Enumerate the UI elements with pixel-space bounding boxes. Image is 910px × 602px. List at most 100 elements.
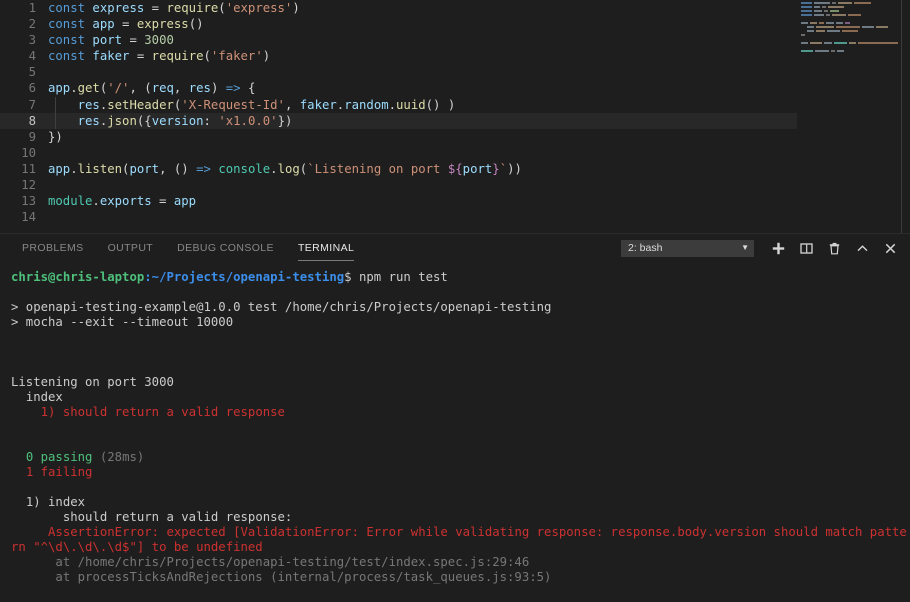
panel-tab-list: PROBLEMS OUTPUT DEBUG CONSOLE TERMINAL — [10, 234, 366, 262]
terminal-line: > openapi-testing-example@1.0.0 test /ho… — [11, 300, 910, 315]
code-line[interactable]: 4 const faker = require('faker') — [0, 48, 797, 64]
code-token: console — [218, 161, 271, 176]
code-line-text: const app = express() — [48, 16, 204, 32]
code-line[interactable]: 14 — [0, 209, 797, 225]
code-token: , () — [159, 161, 197, 176]
minimap-token — [801, 34, 805, 36]
panel-tab-output[interactable]: OUTPUT — [96, 234, 166, 262]
code-editor[interactable]: 1 const express = require('express') 2 cons… — [0, 0, 910, 233]
minimap-token — [848, 14, 861, 16]
terminal-output[interactable]: chris@chris-laptop:~/Projects/openapi-te… — [0, 262, 910, 602]
minimap-token — [836, 22, 843, 24]
code-token: , — [284, 97, 300, 112]
code-token: log — [277, 161, 300, 176]
code-token: => — [225, 81, 241, 96]
code-line-text: res.setHeader('X-Request-Id', faker.rand… — [48, 97, 456, 113]
code-token: . — [70, 81, 78, 96]
code-line[interactable]: 2 const app = express() — [0, 16, 797, 32]
code-token: }) — [48, 129, 63, 144]
line-number: 6 — [28, 81, 36, 96]
line-number: 11 — [21, 161, 36, 176]
code-line[interactable]: 8 res.json({version: 'x1.0.0'}) — [0, 112, 797, 129]
minimap-token — [838, 2, 852, 4]
code-line[interactable]: 5 — [0, 64, 797, 80]
code-token: version — [151, 113, 204, 128]
panel-tab-problems[interactable]: PROBLEMS — [10, 234, 96, 262]
minimap-token — [816, 30, 825, 32]
code-token: app — [92, 17, 115, 32]
code-line[interactable]: 12 — [0, 177, 797, 193]
code-line-text: }) — [48, 129, 63, 145]
minimap-token — [814, 10, 822, 12]
minimap-token — [807, 30, 814, 32]
minimap-token — [824, 10, 828, 12]
code-line[interactable]: 11 app.listen(port, () => console.log(`Li… — [0, 161, 797, 177]
code-token: express — [136, 17, 189, 32]
collapse-panel-button[interactable] — [851, 237, 873, 259]
code-token: , — [173, 81, 189, 96]
code-token: port — [462, 161, 493, 176]
code-token: } — [492, 161, 500, 176]
code-token: ` — [499, 161, 508, 176]
minimap-token — [822, 6, 826, 8]
panel-action-bar: 2: bash ▼ — [621, 234, 904, 262]
minimap-token — [832, 14, 846, 16]
minimap-token — [801, 22, 808, 24]
minimap-token — [815, 50, 829, 52]
terminal-text: should return a valid response: — [11, 510, 293, 524]
minimap-token — [814, 2, 830, 4]
code-token: () ) — [425, 97, 456, 112]
minimap-token — [801, 6, 812, 8]
code-line[interactable]: 3 const port = 3000 — [0, 32, 797, 48]
panel-tab-terminal[interactable]: TERMINAL — [286, 234, 366, 262]
terminal-dollar: $ — [344, 270, 359, 284]
split-terminal-button[interactable] — [795, 237, 817, 259]
code-token: const — [48, 33, 93, 48]
line-number: 1 — [28, 1, 36, 15]
code-line[interactable]: 13 module.exports = app — [0, 193, 797, 209]
new-terminal-button[interactable] — [767, 237, 789, 259]
code-token: setHeader — [107, 97, 174, 112]
terminal-text: 0 passing — [11, 450, 100, 464]
panel-tab-debug-console[interactable]: DEBUG CONSOLE — [165, 234, 286, 262]
code-line[interactable]: 6 app.get('/', (req, res) => { — [0, 80, 797, 96]
code-token: = — [129, 49, 152, 64]
code-token: const — [48, 17, 93, 32]
code-line[interactable]: 10 — [0, 145, 797, 161]
code-token: require — [166, 1, 219, 15]
terminal-path: ~/Projects/openapi-testing — [151, 270, 345, 284]
minimap-token — [842, 30, 858, 32]
minimap-token — [801, 14, 812, 16]
terminal-instance-select[interactable]: 2: bash ▼ — [621, 239, 754, 257]
code-token: ({ — [136, 113, 152, 128]
kill-terminal-button[interactable] — [823, 237, 845, 259]
line-number: 7 — [28, 97, 36, 112]
bottom-panel: PROBLEMS OUTPUT DEBUG CONSOLE TERMINAL 2: b… — [0, 233, 910, 601]
code-line-text: const express = require('express') — [48, 0, 300, 16]
terminal-text: > mocha --exit --timeout 10000 — [11, 315, 234, 329]
code-token: => — [196, 161, 211, 176]
code-token: random — [344, 97, 389, 112]
code-line[interactable]: 9}) — [0, 129, 797, 145]
code-token: faker — [92, 49, 130, 64]
code-token: : — [203, 113, 219, 128]
code-token: ) — [210, 81, 226, 96]
minimap-token — [845, 22, 850, 24]
code-text-area[interactable]: 1 const express = require('express') 2 cons… — [0, 0, 797, 233]
minimap-token — [816, 26, 834, 28]
code-line[interactable]: 7 res.setHeader('X-Request-Id', faker.ra… — [0, 96, 797, 113]
close-panel-button[interactable] — [879, 237, 901, 259]
code-line-text: app.get('/', (req, res) => { — [48, 80, 255, 96]
editor-minimap[interactable] — [797, 0, 901, 233]
code-token: res — [77, 97, 100, 112]
editor-vertical-scrollbar[interactable] — [902, 0, 910, 233]
code-line-text: module.exports = app — [48, 193, 196, 209]
code-token: 'X-Request-Id' — [181, 97, 285, 112]
chevron-down-icon: ▼ — [741, 243, 749, 252]
code-token: ) — [292, 1, 300, 15]
code-token: port — [129, 161, 160, 176]
code-line[interactable]: 1 const express = require('express') — [0, 0, 797, 16]
minimap-token — [834, 42, 847, 44]
